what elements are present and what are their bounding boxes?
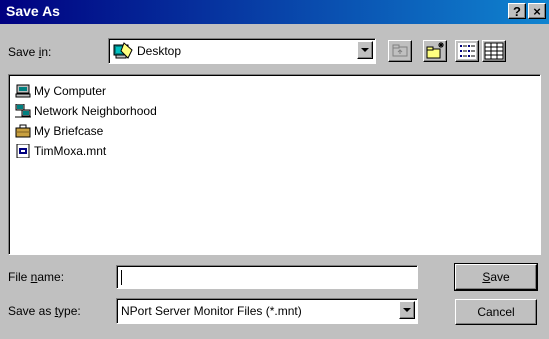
up-one-level-button[interactable] bbox=[388, 40, 412, 62]
file-name-label: File name: bbox=[8, 270, 65, 284]
save-as-dialog: Save As ? × Save in: Desktop My Computer… bbox=[0, 0, 549, 339]
list-view-icon bbox=[458, 43, 476, 59]
cancel-button[interactable]: Cancel bbox=[455, 299, 537, 325]
details-view-button[interactable] bbox=[482, 40, 506, 62]
file-list[interactable]: My Computer Network Neighborhood My Brie… bbox=[8, 74, 541, 255]
details-view-icon bbox=[484, 42, 504, 60]
up-folder-icon bbox=[392, 44, 408, 57]
briefcase-icon bbox=[15, 124, 31, 138]
computer-icon bbox=[15, 84, 31, 98]
help-button[interactable]: ? bbox=[508, 3, 526, 19]
title-bar[interactable]: Save As ? × bbox=[0, 0, 549, 24]
save-in-value: Desktop bbox=[137, 44, 182, 58]
window-title: Save As bbox=[6, 3, 60, 19]
save-in-combo[interactable]: Desktop bbox=[108, 38, 376, 64]
chevron-down-icon[interactable] bbox=[357, 41, 373, 59]
save-in-label: Save in: bbox=[8, 45, 52, 59]
text-cursor bbox=[121, 270, 122, 285]
list-item[interactable]: Network Neighborhood bbox=[15, 101, 157, 121]
list-item[interactable]: TimMoxa.mnt bbox=[15, 141, 106, 161]
save-as-type-label: Save as type: bbox=[8, 304, 81, 318]
file-name: TimMoxa.mnt bbox=[34, 144, 107, 158]
save-as-type-select[interactable]: NPort Server Monitor Files (*.mnt) bbox=[116, 298, 418, 324]
list-item[interactable]: My Briefcase bbox=[15, 121, 103, 141]
new-folder-button[interactable] bbox=[423, 40, 447, 62]
desktop-icon bbox=[113, 42, 133, 63]
file-name: My Briefcase bbox=[34, 124, 104, 138]
save-button[interactable]: Save bbox=[454, 263, 538, 291]
close-button[interactable]: × bbox=[528, 3, 546, 19]
chevron-down-icon[interactable] bbox=[399, 301, 415, 319]
list-item[interactable]: My Computer bbox=[15, 81, 106, 101]
file-name: Network Neighborhood bbox=[34, 104, 157, 118]
file-name: My Computer bbox=[34, 84, 107, 98]
new-folder-icon bbox=[426, 42, 444, 59]
network-icon bbox=[15, 103, 31, 118]
list-view-button[interactable] bbox=[455, 40, 479, 62]
file-name-input[interactable] bbox=[116, 265, 418, 289]
save-as-type-value: NPort Server Monitor Files (*.mnt) bbox=[121, 304, 302, 318]
file-icon bbox=[15, 143, 31, 159]
